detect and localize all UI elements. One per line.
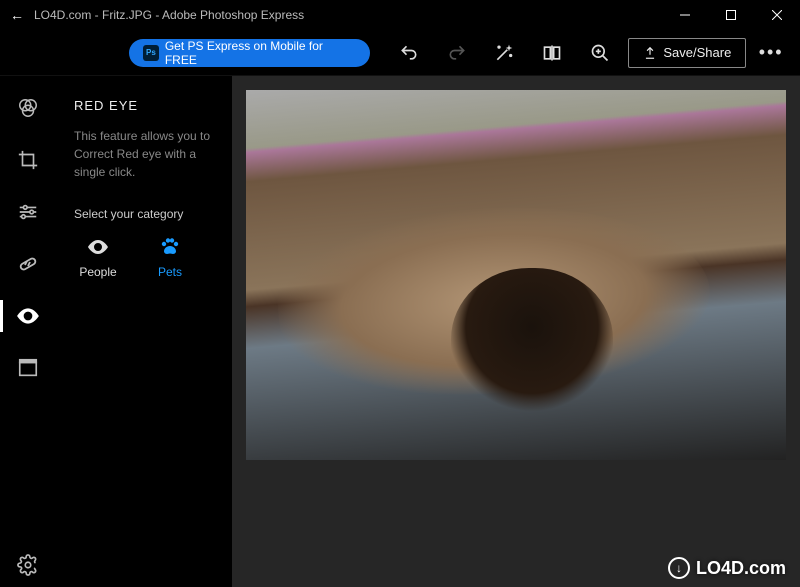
sidebar-settings[interactable] (6, 543, 50, 587)
panel-title: RED EYE (74, 98, 214, 113)
category-label: People (79, 265, 116, 279)
left-sidebar (0, 76, 56, 587)
sidebar-crop[interactable] (6, 138, 50, 182)
sidebar-borders[interactable] (6, 346, 50, 390)
window-controls (662, 0, 800, 30)
promo-label: Get PS Express on Mobile for FREE (165, 39, 356, 67)
category-people[interactable]: People (74, 235, 122, 279)
watermark: ↓ LO4D.com (668, 557, 786, 579)
more-menu-button[interactable]: ••• (756, 42, 786, 63)
close-button[interactable] (754, 0, 800, 30)
sidebar-spot-heal[interactable] (6, 242, 50, 286)
options-panel: RED EYE This feature allows you to Corre… (56, 76, 232, 587)
save-share-button[interactable]: Save/Share (628, 38, 746, 68)
paw-icon (158, 235, 182, 259)
image-canvas[interactable] (232, 76, 800, 587)
minimize-button[interactable] (662, 0, 708, 30)
panel-description: This feature allows you to Correct Red e… (74, 127, 214, 181)
window-title: LO4D.com - Fritz.JPG - Adobe Photoshop E… (34, 8, 662, 22)
save-share-label: Save/Share (663, 45, 731, 60)
category-pets[interactable]: Pets (146, 235, 194, 279)
back-button[interactable]: ← (10, 7, 24, 23)
top-toolbar: Ps Get PS Express on Mobile for FREE Sav… (0, 30, 800, 76)
window-titlebar: ← LO4D.com - Fritz.JPG - Adobe Photoshop… (0, 0, 800, 30)
compare-button[interactable] (533, 34, 571, 72)
watermark-icon: ↓ (668, 557, 690, 579)
auto-enhance-button[interactable] (486, 34, 524, 72)
upload-icon (643, 46, 657, 60)
ps-badge-icon: Ps (143, 45, 159, 61)
promo-button[interactable]: Ps Get PS Express on Mobile for FREE (129, 39, 370, 67)
zoom-button[interactable] (581, 34, 619, 72)
watermark-text: LO4D.com (696, 558, 786, 579)
maximize-button[interactable] (708, 0, 754, 30)
eye-icon (86, 235, 110, 259)
sidebar-looks[interactable] (6, 86, 50, 130)
redo-button[interactable] (438, 34, 476, 72)
main-body: RED EYE This feature allows you to Corre… (0, 76, 800, 587)
edited-image (246, 90, 786, 460)
category-group: People Pets (74, 235, 214, 279)
category-label: Pets (158, 265, 182, 279)
section-label: Select your category (74, 207, 214, 221)
undo-button[interactable] (390, 34, 428, 72)
sidebar-redeye[interactable] (6, 294, 50, 338)
sidebar-adjustments[interactable] (6, 190, 50, 234)
